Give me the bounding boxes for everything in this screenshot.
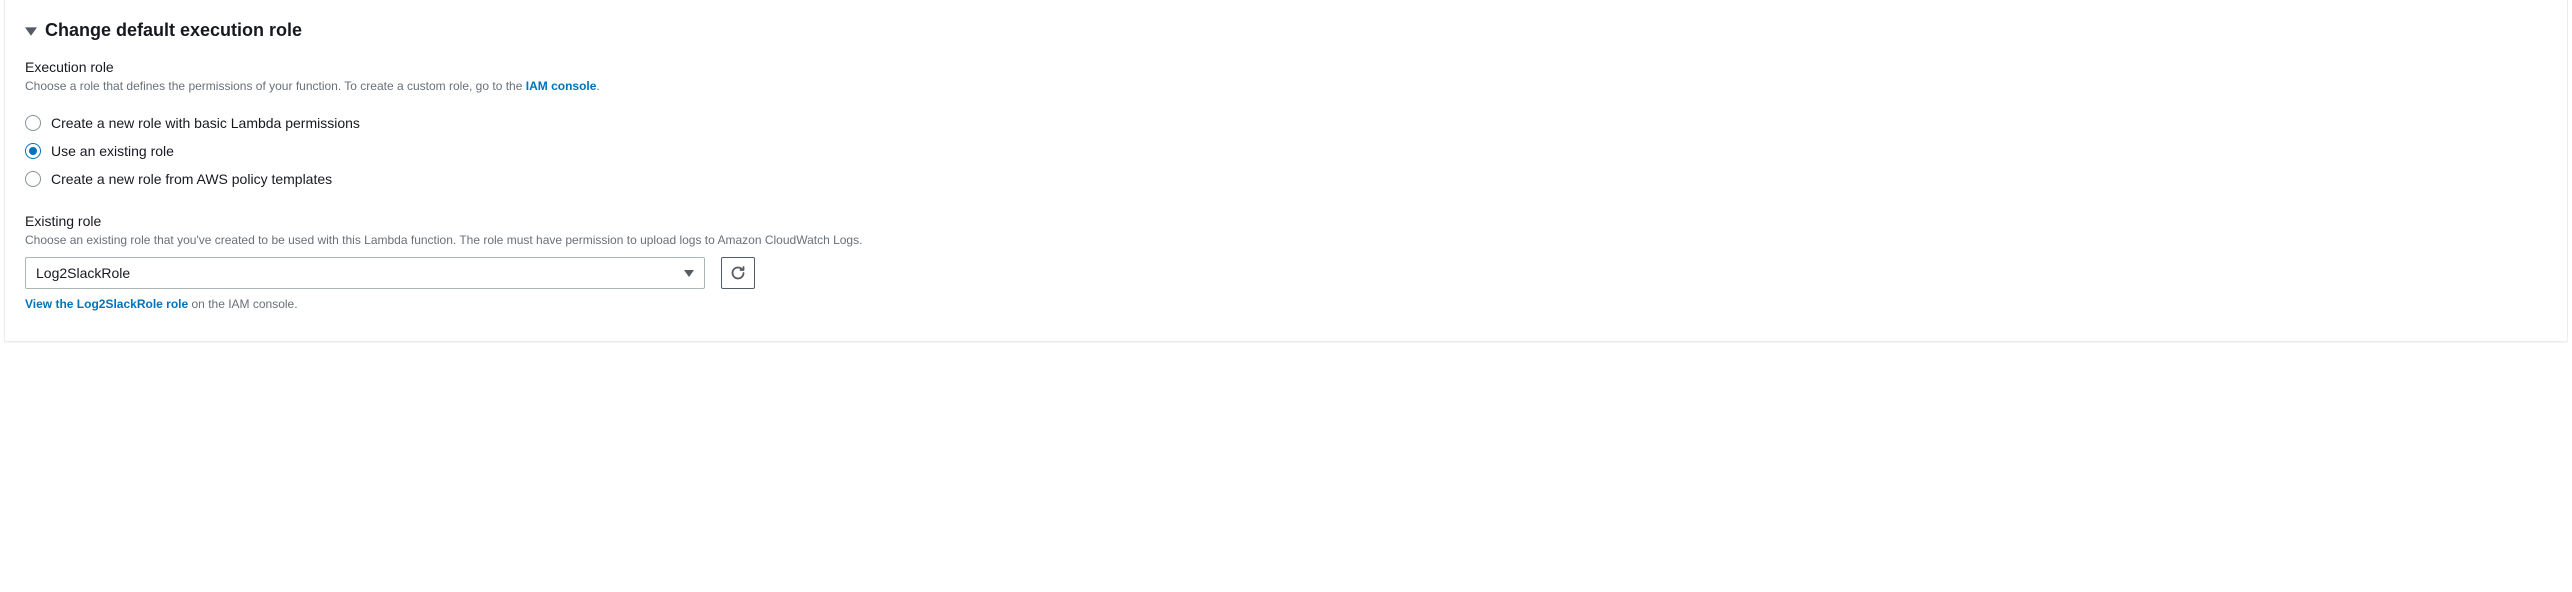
existing-role-field: Existing role Choose an existing role th… [25, 213, 2547, 311]
chevron-down-icon [684, 268, 694, 278]
radio-icon [25, 143, 41, 159]
radio-create-template[interactable]: Create a new role from AWS policy templa… [25, 165, 2547, 193]
radio-create-basic[interactable]: Create a new role with basic Lambda perm… [25, 109, 2547, 137]
caret-down-icon [25, 25, 37, 37]
existing-role-label: Existing role [25, 213, 2547, 229]
view-role-suffix: on the IAM console. [188, 297, 297, 311]
execution-role-desc-prefix: Choose a role that defines the permissio… [25, 79, 526, 93]
existing-role-selected-value: Log2SlackRole [36, 265, 130, 281]
radio-label: Create a new role with basic Lambda perm… [51, 115, 360, 131]
section-toggle[interactable]: Change default execution role [25, 20, 2547, 41]
refresh-icon [730, 265, 746, 281]
execution-role-panel: Change default execution role Execution … [4, 0, 2568, 342]
radio-icon [25, 115, 41, 131]
view-role-line: View the Log2SlackRole role on the IAM c… [25, 297, 2547, 311]
existing-role-select[interactable]: Log2SlackRole [25, 257, 705, 289]
existing-role-select-row: Log2SlackRole [25, 257, 2547, 289]
radio-icon [25, 171, 41, 187]
radio-label: Create a new role from AWS policy templa… [51, 171, 332, 187]
existing-role-desc: Choose an existing role that you've crea… [25, 231, 2547, 249]
radio-use-existing[interactable]: Use an existing role [25, 137, 2547, 165]
role-radio-group: Create a new role with basic Lambda perm… [25, 109, 2547, 193]
view-role-link[interactable]: View the Log2SlackRole role [25, 297, 188, 311]
iam-console-link[interactable]: IAM console [526, 79, 597, 93]
execution-role-desc-suffix: . [596, 79, 599, 93]
execution-role-label: Execution role [25, 59, 2547, 75]
execution-role-field: Execution role Choose a role that define… [25, 59, 2547, 95]
radio-label: Use an existing role [51, 143, 174, 159]
refresh-button[interactable] [721, 257, 755, 289]
section-title: Change default execution role [45, 20, 302, 41]
execution-role-desc: Choose a role that defines the permissio… [25, 77, 2547, 95]
